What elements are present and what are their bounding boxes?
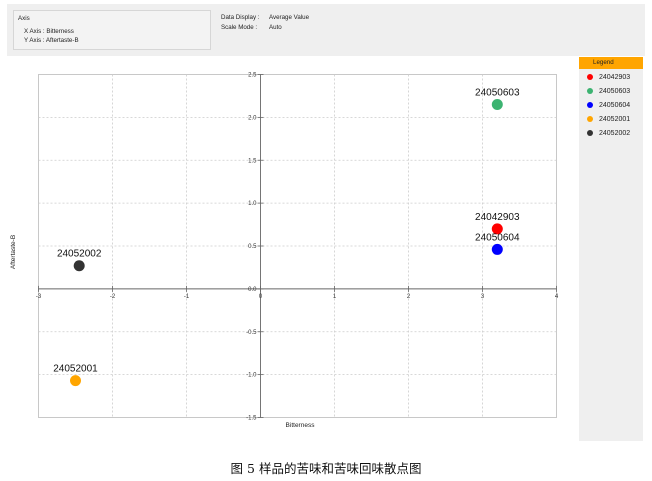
y-tick-label: 1.0 <box>248 201 257 207</box>
data-label-24052001: 24052001 <box>53 364 98 375</box>
data-label-24050603: 24050603 <box>475 88 520 99</box>
legend-marker <box>587 88 593 94</box>
legend-label: 24050603 <box>599 87 631 95</box>
scatter-chart: -3 -2 -1 0 1 2 3 4-1.5-1.0-0.50.00.51.01.52.02.… <box>10 73 559 430</box>
data-label-24050604: 24050604 <box>475 232 520 243</box>
legend-label: 24050604 <box>599 101 631 109</box>
legend-title: Legend <box>579 57 643 69</box>
x-axis-title: Bitterness <box>286 422 316 429</box>
legend-item-24050603[interactable]: 24050603 <box>587 86 630 96</box>
figure-caption: 图 5 样品的苦味和苦味回味散点图 <box>230 461 422 476</box>
legend-marker <box>587 116 593 122</box>
data-label-24042903: 24042903 <box>475 212 520 223</box>
data-point-24052002[interactable] <box>73 260 85 272</box>
y-tick-label: 2.0 <box>248 115 257 121</box>
legend-marker <box>587 74 593 80</box>
legend-label: 24042903 <box>599 73 631 81</box>
y-axis-title: Aftertaste-B <box>10 235 17 269</box>
x-tick-label: 4 <box>555 294 559 300</box>
y-tick-label: 2.5 <box>248 73 257 79</box>
legend-panel: Legend 24042903 24050603 24050604 240520… <box>579 57 643 441</box>
legend-label: 24052001 <box>599 115 631 123</box>
legend-item-24052002[interactable]: 24052002 <box>587 128 630 138</box>
legend-item-24050604[interactable]: 24050604 <box>587 100 630 110</box>
y-tick-label: 0.5 <box>248 244 257 250</box>
y-tick-label: -1.0 <box>246 373 257 379</box>
legend-marker <box>587 130 593 136</box>
x-tick-label: -1 <box>184 294 190 300</box>
y-tick-label: -1.5 <box>246 416 257 422</box>
x-tick-label: -2 <box>110 294 116 300</box>
data-point-24052001[interactable] <box>70 375 81 387</box>
legend-item-24052001[interactable]: 24052001 <box>587 114 630 124</box>
legend-marker <box>587 102 593 108</box>
y-tick-label: 1.5 <box>248 158 257 164</box>
legend-item-24042903[interactable]: 24042903 <box>587 72 630 82</box>
data-point-24050604[interactable] <box>491 243 503 255</box>
data-label-24052002: 24052002 <box>57 249 102 260</box>
y-tick-label: -0.5 <box>246 330 257 336</box>
x-tick-label: -3 <box>36 294 42 300</box>
y-tick-label: 0.0 <box>248 287 257 293</box>
data-point-24050603[interactable] <box>491 99 503 111</box>
legend-label: 24052002 <box>599 129 631 137</box>
